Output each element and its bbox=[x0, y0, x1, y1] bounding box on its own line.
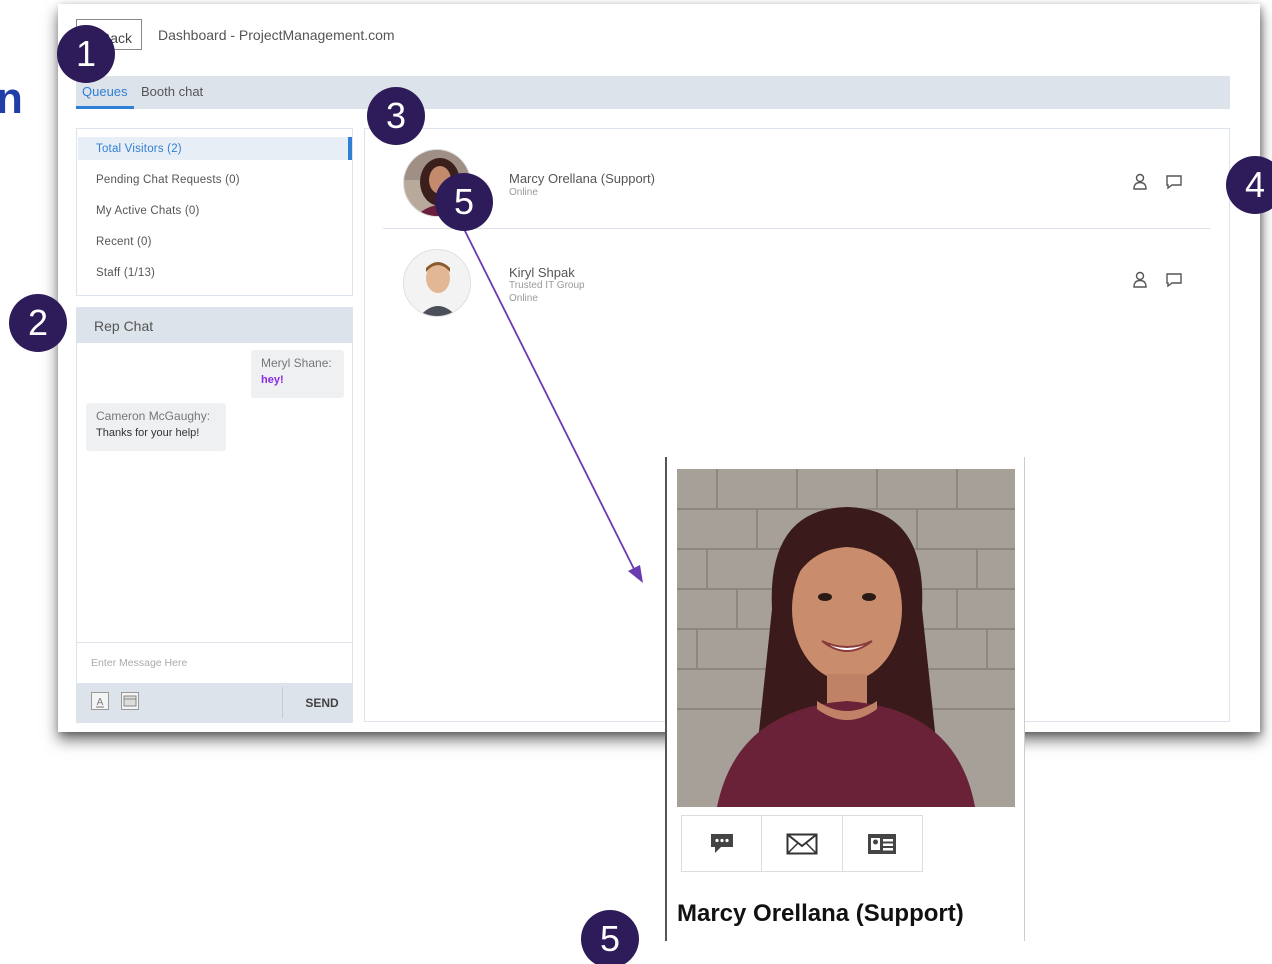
contact-card-icon[interactable] bbox=[843, 816, 922, 871]
callout-badge-1: 1 bbox=[57, 25, 115, 83]
profile-name: Marcy Orellana (Support) bbox=[677, 900, 964, 927]
callout-badge-5-card: 5 bbox=[581, 910, 639, 964]
callout-badge-3: 3 bbox=[367, 87, 425, 145]
callout-badge-5: 5 bbox=[435, 173, 493, 231]
mail-icon[interactable] bbox=[762, 816, 843, 871]
card-actions bbox=[681, 815, 923, 872]
chat-icon[interactable] bbox=[682, 816, 763, 871]
profile-card: Marcy Orellana (Support) bbox=[665, 457, 1025, 941]
callout-arrow bbox=[461, 224, 643, 583]
callout-badge-2: 2 bbox=[9, 294, 67, 352]
profile-photo bbox=[677, 469, 1015, 807]
